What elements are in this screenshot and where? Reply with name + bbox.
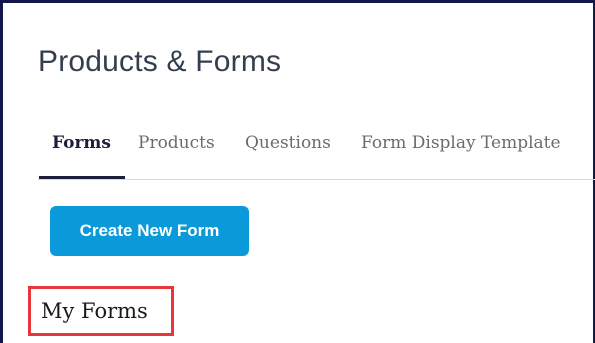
tab-products[interactable]: Products: [138, 133, 215, 153]
my-forms-highlight: My Forms: [28, 286, 174, 336]
create-new-form-button[interactable]: Create New Form: [50, 206, 249, 256]
tab-form-display-template[interactable]: Form Display Template: [361, 133, 561, 153]
tab-questions[interactable]: Questions: [245, 133, 331, 153]
tab-bar: Forms Products Questions Form Display Te…: [38, 125, 595, 180]
page-title: Products & Forms: [38, 45, 282, 78]
tab-forms[interactable]: Forms: [52, 133, 111, 153]
app-window: Products & Forms Forms Products Question…: [0, 0, 595, 343]
my-forms-heading: My Forms: [41, 299, 148, 323]
active-tab-indicator: [39, 176, 125, 179]
